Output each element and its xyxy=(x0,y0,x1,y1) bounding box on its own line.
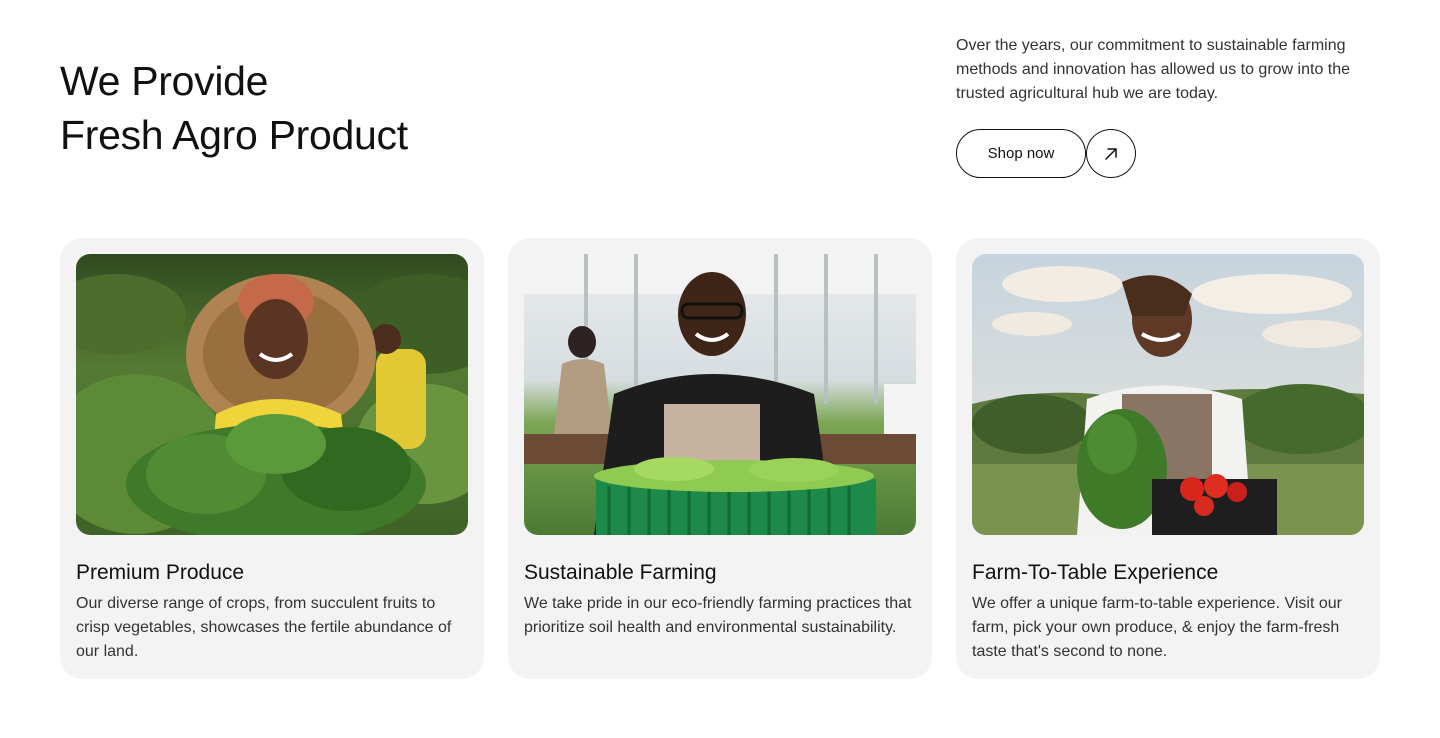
card-title: Premium Produce xyxy=(76,561,245,584)
feature-card-farm-to-table: Farm-To-Table Experience We offer a uniq… xyxy=(956,238,1380,679)
hero-title-line-1: We Provide xyxy=(60,58,269,104)
card-title: Sustainable Farming xyxy=(524,561,717,584)
shop-arrow-button[interactable] xyxy=(1086,129,1136,178)
cta-group: Shop now xyxy=(956,129,1136,178)
intro-text: Over the years, our commitment to sustai… xyxy=(956,37,1351,102)
woman-field-vegetable-basket-photo xyxy=(972,254,1364,535)
card-title: Farm-To-Table Experience xyxy=(972,561,1219,584)
feature-card-sustainable-farming: Sustainable Farming We take pride in our… xyxy=(508,238,932,679)
hero-title: We Provide Fresh Agro Product xyxy=(60,54,408,162)
woman-greenhouse-lettuce-crate-photo xyxy=(524,254,916,535)
feature-cards: Premium Produce Our diverse range of cro… xyxy=(60,238,1380,679)
shop-now-button[interactable]: Shop now xyxy=(956,129,1086,178)
woman-with-leafy-greens-photo xyxy=(76,254,468,535)
card-description: Our diverse range of crops, from succule… xyxy=(76,595,452,660)
feature-card-premium-produce: Premium Produce Our diverse range of cro… xyxy=(60,238,484,679)
arrow-up-right-icon xyxy=(1105,147,1117,160)
card-description: We take pride in our eco-friendly farmin… xyxy=(524,595,912,636)
card-description: We offer a unique farm-to-table experien… xyxy=(972,595,1342,660)
hero-title-line-2: Fresh Agro Product xyxy=(60,112,408,158)
